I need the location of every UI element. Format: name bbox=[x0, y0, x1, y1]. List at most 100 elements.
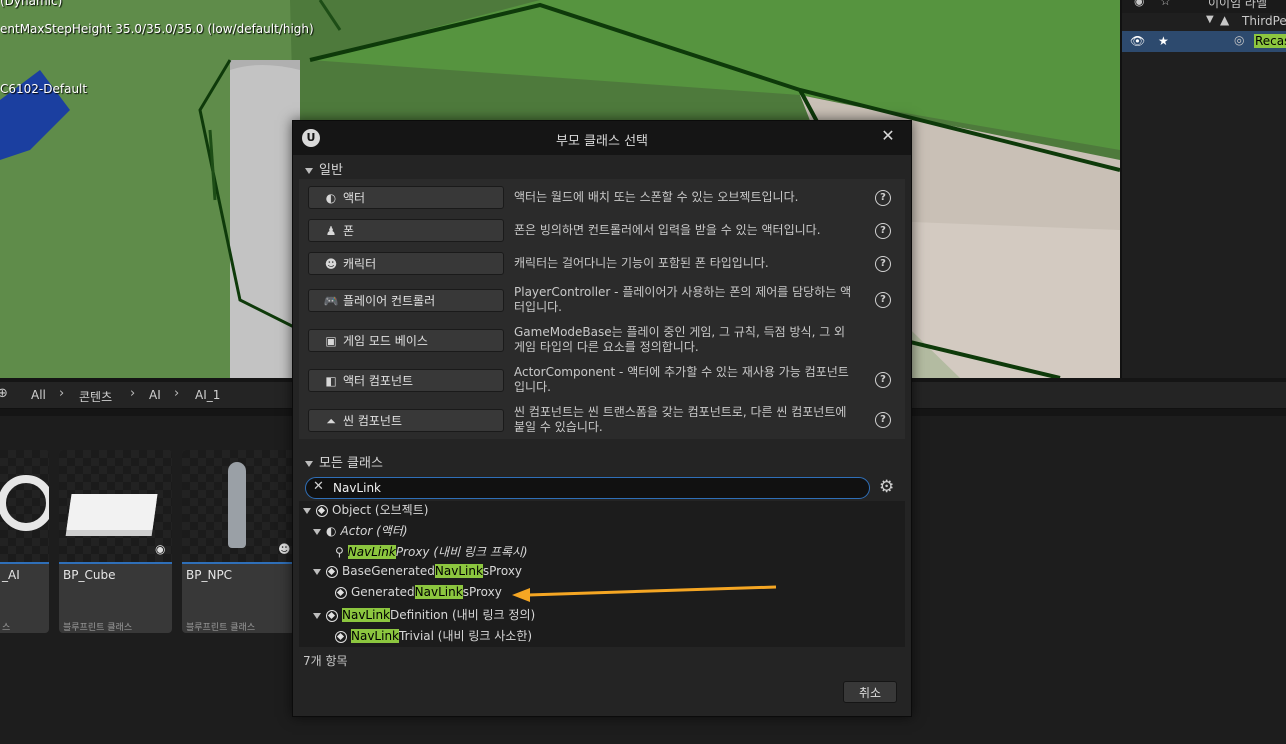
breadcrumb-content[interactable]: 콘텐츠 bbox=[79, 388, 112, 405]
class-tree: Object (오브젝트) ◐ Actor (액터) ⚲ NavLinkProxy … bbox=[299, 501, 905, 647]
expand-caret-icon: ▼ bbox=[1206, 14, 1214, 25]
cancel-button[interactable]: 취소 bbox=[843, 681, 897, 703]
class-search-box[interactable]: ✕ bbox=[305, 477, 870, 499]
class-button-pawn[interactable]: ♟ 폰 bbox=[308, 219, 504, 242]
actor-icon: ◎ bbox=[1234, 33, 1245, 47]
class-search-input[interactable] bbox=[333, 478, 853, 498]
all-classes-section-header[interactable]: 모든 클래스 bbox=[305, 452, 383, 472]
asset-name: _AI bbox=[2, 568, 20, 582]
character-icon: ☻ bbox=[324, 257, 338, 271]
tree-item-label: Actor (액터) bbox=[340, 524, 408, 538]
help-icon[interactable]: ? bbox=[875, 372, 891, 388]
class-button-label: 씬 컴포넌트 bbox=[343, 414, 403, 428]
asset-type: 스 bbox=[2, 623, 11, 633]
asset-name: BP_Cube bbox=[63, 568, 116, 582]
pawn-icon: ♟ bbox=[325, 224, 337, 238]
tree-item-label-suffix: Trivial (내비 링크 사소한) bbox=[399, 629, 533, 643]
common-section-header[interactable]: 일반 bbox=[305, 159, 343, 179]
tree-item[interactable]: ◐ Actor (액터) bbox=[313, 522, 408, 542]
class-button-scene-component[interactable]: ⏶ 씬 컴포넌트 bbox=[308, 409, 504, 432]
dialog-title-bar[interactable]: U 부모 클래스 선택 ✕ bbox=[293, 121, 911, 155]
tree-item[interactable]: NavLinkDefinition (내비 링크 정의) bbox=[313, 606, 535, 626]
asset-thumbnail bbox=[0, 450, 49, 562]
chevron-right-icon[interactable]: › bbox=[59, 386, 64, 401]
search-highlight: NavLink bbox=[434, 564, 483, 578]
expand-caret-icon[interactable] bbox=[313, 568, 321, 575]
mannequin-preview bbox=[228, 462, 246, 548]
cube-preview bbox=[66, 494, 158, 530]
class-description: 폰은 빙의하면 컨트롤러에서 입력을 받을 수 있는 액터입니다. bbox=[514, 223, 821, 237]
help-icon[interactable]: ? bbox=[875, 412, 891, 428]
asset-thumbnail: ◉ bbox=[59, 450, 172, 562]
chevron-right-icon[interactable]: › bbox=[174, 386, 179, 401]
visibility-eye-icon[interactable]: 👁 bbox=[1130, 34, 1145, 48]
breadcrumb-ai[interactable]: AI bbox=[149, 388, 161, 402]
class-icon bbox=[316, 504, 328, 517]
class-button-character[interactable]: ☻ 캐릭터 bbox=[308, 252, 504, 275]
outliner-header-label: 이이임 라벨 bbox=[1208, 0, 1268, 10]
class-description: 액터는 월드에 배치 또는 스폰할 수 있는 오브젝트입니다. bbox=[514, 190, 799, 204]
class-button-label: 폰 bbox=[343, 224, 355, 238]
character-class-icon: ☻ bbox=[278, 542, 291, 556]
chevron-right-icon[interactable]: › bbox=[130, 386, 135, 401]
dialog-title: 부모 클래스 선택 bbox=[556, 134, 648, 149]
outliner-row[interactable]: ▼ ▲ ThirdPe bbox=[1122, 11, 1286, 32]
viewport-stat-line-1: (Dynamic) bbox=[0, 0, 63, 8]
expand-caret-icon[interactable] bbox=[313, 612, 321, 619]
class-button-game-mode-base[interactable]: ▣ 게임 모드 베이스 bbox=[308, 329, 504, 352]
star-icon: ★ bbox=[1158, 34, 1169, 48]
search-highlight: NavLink bbox=[347, 545, 396, 559]
help-icon[interactable]: ? bbox=[875, 256, 891, 272]
class-description: GameModeBase는 플레이 중인 게임, 그 규칙, 득점 방식, 그 … bbox=[514, 325, 846, 354]
class-button-label: 액터 bbox=[343, 191, 366, 205]
viewport-stat-line-2: entMaxStepHeight 35.0/35.0/35.0 (low/def… bbox=[0, 22, 314, 36]
asset-tile[interactable]: ☻ BP_NPC 블루프린트 클래스 bbox=[182, 450, 295, 633]
outliner-row-selected[interactable]: 👁 ★ ◎ Recas bbox=[1122, 31, 1286, 52]
pick-parent-class-dialog: U 부모 클래스 선택 ✕ 일반 ◐ 액터 액터는 월드에 배치 또는 스폰할 수… bbox=[292, 120, 912, 717]
expand-caret-icon[interactable] bbox=[313, 528, 321, 535]
tree-item[interactable]: GeneratedNavLinksProxy bbox=[335, 585, 502, 605]
class-description: PlayerController - 플레이어가 사용하는 폰의 제어를 담당하… bbox=[514, 285, 852, 314]
class-icon bbox=[335, 586, 347, 599]
asset-tile[interactable]: _AI 스 bbox=[0, 450, 49, 633]
tree-item-label: BaseGenerated bbox=[342, 564, 435, 578]
game-mode-icon: ▣ bbox=[325, 334, 337, 348]
class-icon bbox=[335, 630, 347, 643]
search-highlight: NavLink bbox=[351, 629, 400, 643]
class-button-actor[interactable]: ◐ 액터 bbox=[308, 186, 504, 209]
tree-item[interactable]: NavLinkTrivial (내비 링크 사소한) bbox=[335, 627, 532, 647]
help-icon[interactable]: ? bbox=[875, 292, 891, 308]
tree-item-label: Generated bbox=[351, 585, 415, 599]
history-icon[interactable]: ⊕ bbox=[0, 386, 8, 401]
breadcrumb-all[interactable]: All bbox=[31, 388, 46, 402]
star-header-icon: ☆ bbox=[1160, 0, 1171, 8]
expand-caret-icon[interactable] bbox=[303, 507, 311, 514]
tree-item-label-suffix: sProxy bbox=[462, 585, 502, 599]
eye-header-icon: ◉ bbox=[1134, 0, 1145, 8]
actor-icon: ◐ bbox=[325, 191, 337, 205]
tree-item[interactable]: ⚲ NavLinkProxy (내비 링크 프록시) bbox=[335, 543, 528, 563]
asset-tile[interactable]: ◉ BP_Cube 블루프린트 클래스 bbox=[59, 450, 172, 633]
help-icon[interactable]: ? bbox=[875, 223, 891, 239]
gamepad-icon: 🎮 bbox=[323, 294, 339, 308]
asset-name: BP_NPC bbox=[186, 568, 233, 582]
close-icon[interactable]: ✕ bbox=[877, 125, 899, 147]
tree-item[interactable]: Object (오브젝트) bbox=[303, 501, 428, 521]
tree-item-label: Object (오브젝트) bbox=[332, 503, 429, 517]
settings-gear-icon[interactable]: ⚙ bbox=[879, 477, 894, 497]
world-outliner: ◉ ☆ 이이임 라벨 ▼ ▲ ThirdPe 👁 ★ ◎ Recas bbox=[1120, 0, 1286, 378]
breadcrumb-ai-1[interactable]: AI_1 bbox=[195, 388, 220, 402]
class-button-player-controller[interactable]: 🎮 플레이어 컨트롤러 bbox=[308, 289, 504, 312]
viewport-stat-line-3: C6102-Default bbox=[0, 82, 88, 96]
collapse-triangle-icon bbox=[305, 167, 313, 174]
tree-item[interactable]: BaseGeneratedNavLinksProxy bbox=[313, 564, 522, 584]
class-button-label: 캐릭터 bbox=[343, 257, 377, 271]
class-button-label: 플레이어 컨트롤러 bbox=[343, 294, 436, 308]
scene-component-icon: ⏶ bbox=[326, 414, 336, 428]
class-description: ActorComponent - 액터에 추가할 수 있는 재사용 가능 컴포넌… bbox=[514, 365, 849, 394]
clear-search-icon[interactable]: ✕ bbox=[313, 479, 324, 494]
help-icon[interactable]: ? bbox=[875, 190, 891, 206]
class-button-actor-component[interactable]: ◧ 액터 컴포넌트 bbox=[308, 369, 504, 392]
class-button-label: 게임 모드 베이스 bbox=[343, 334, 428, 348]
component-icon: ◧ bbox=[325, 374, 337, 388]
